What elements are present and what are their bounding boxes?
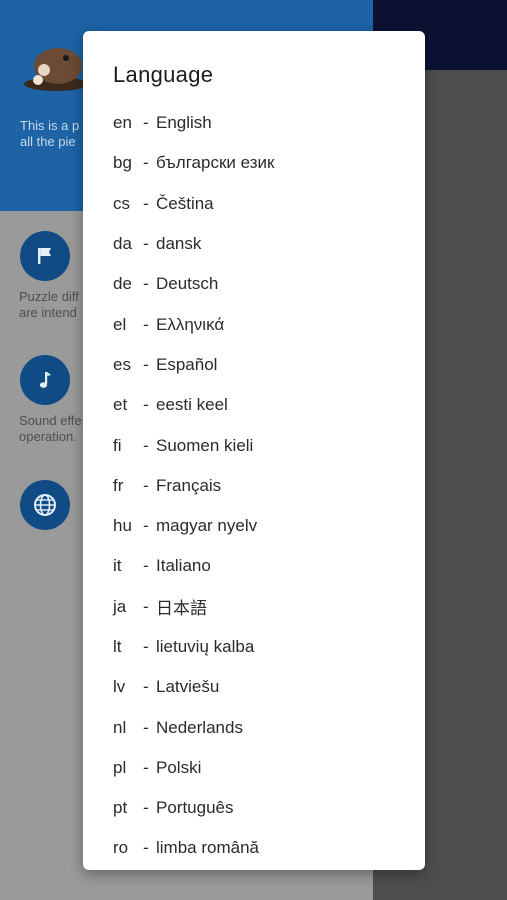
language-separator: - bbox=[143, 314, 149, 334]
language-option-nl[interactable]: nl - Nederlands bbox=[83, 707, 425, 747]
language-separator: - bbox=[143, 677, 149, 697]
language-separator: - bbox=[143, 193, 149, 213]
flag-button bbox=[20, 231, 70, 281]
music-note-icon bbox=[39, 372, 51, 388]
language-code: de bbox=[113, 274, 132, 294]
language-name: Português bbox=[156, 798, 234, 818]
language-option-es[interactable]: es - Español bbox=[83, 345, 425, 385]
language-separator: - bbox=[143, 757, 149, 777]
language-code: lv bbox=[113, 677, 126, 697]
language-option-fi[interactable]: fi - Suomen kieli bbox=[83, 425, 425, 465]
language-option-bg[interactable]: bg - български език bbox=[83, 143, 425, 183]
language-code: it bbox=[113, 556, 122, 576]
language-code: es bbox=[113, 354, 131, 374]
globe-icon bbox=[34, 494, 56, 516]
language-option-pt[interactable]: pt - Português bbox=[83, 788, 425, 828]
background-item-text-sound: Sound effe operation. bbox=[19, 413, 81, 444]
language-option-pl[interactable]: pl - Polski bbox=[83, 748, 425, 788]
language-name: eesti keel bbox=[156, 395, 228, 415]
language-separator: - bbox=[143, 596, 149, 616]
language-code: et bbox=[113, 395, 128, 415]
language-option-lv[interactable]: lv - Latviešu bbox=[83, 667, 425, 707]
language-option-ro[interactable]: ro - limba română bbox=[83, 828, 425, 868]
language-code: ro bbox=[113, 838, 129, 858]
language-name: 日本語 bbox=[156, 599, 207, 619]
language-separator: - bbox=[143, 113, 149, 133]
language-name: Polski bbox=[156, 757, 202, 777]
language-dialog: Language en - English bg - български език cs - Č… bbox=[83, 31, 425, 870]
language-separator: - bbox=[143, 556, 149, 576]
language-name: Latviešu bbox=[156, 677, 220, 697]
language-name: Italiano bbox=[156, 556, 211, 576]
language-option-hu[interactable]: hu - magyar nyelv bbox=[83, 506, 425, 546]
language-separator: - bbox=[143, 475, 149, 495]
language-list: en - English bg - български език cs - Čeština da -… bbox=[83, 103, 425, 869]
language-name: magyar nyelv bbox=[156, 516, 258, 536]
language-separator: - bbox=[143, 516, 149, 536]
language-name: Français bbox=[156, 475, 222, 495]
language-option-et[interactable]: et - eesti keel bbox=[83, 385, 425, 425]
language-name: dansk bbox=[156, 234, 202, 254]
language-code: nl bbox=[113, 717, 127, 737]
language-option-da[interactable]: da - dansk bbox=[83, 224, 425, 264]
language-code: en bbox=[113, 113, 132, 133]
language-separator: - bbox=[143, 153, 149, 173]
language-option-it[interactable]: it - Italiano bbox=[83, 546, 425, 586]
language-separator: - bbox=[143, 637, 149, 656]
language-option-de[interactable]: de - Deutsch bbox=[83, 264, 425, 304]
language-name: Suomen kieli bbox=[156, 435, 254, 455]
language-separator: - bbox=[143, 435, 149, 455]
language-separator: - bbox=[143, 354, 149, 374]
language-code: fi bbox=[113, 435, 122, 455]
language-name: lietuvių kalba bbox=[156, 637, 255, 656]
language-separator: - bbox=[143, 798, 149, 818]
sound-button bbox=[20, 355, 70, 405]
mole-mascot-icon bbox=[24, 48, 88, 91]
app-screen: This is a p all the pie Puzzle diff are … bbox=[0, 0, 507, 900]
language-name: Ελληνικά bbox=[156, 314, 225, 334]
language-separator: - bbox=[143, 838, 149, 858]
language-option-el[interactable]: el - Ελληνικά bbox=[83, 304, 425, 344]
language-code: cs bbox=[113, 193, 130, 213]
dialog-title: Language bbox=[113, 62, 214, 87]
language-code: pl bbox=[113, 757, 127, 777]
language-code: ja bbox=[113, 596, 127, 616]
language-name: български език bbox=[156, 153, 275, 173]
language-name: Deutsch bbox=[156, 274, 219, 294]
language-code: hu bbox=[113, 516, 132, 536]
language-code: lt bbox=[113, 637, 122, 656]
language-option-lt[interactable]: lt - lietuvių kalba bbox=[83, 627, 425, 667]
language-option-en[interactable]: en - English bbox=[83, 103, 425, 143]
background-item-text-difficulty: Puzzle diff are intend bbox=[19, 289, 79, 320]
language-code: da bbox=[113, 234, 132, 254]
language-option-fr[interactable]: fr - Français bbox=[83, 466, 425, 506]
language-option-ja[interactable]: ja - 日本語 bbox=[83, 587, 425, 627]
language-name: Español bbox=[156, 354, 218, 374]
language-name: English bbox=[156, 113, 212, 133]
background-header-text: This is a p all the pie bbox=[20, 118, 80, 149]
language-button bbox=[20, 480, 70, 530]
language-separator: - bbox=[143, 395, 149, 415]
flag-icon bbox=[38, 248, 51, 264]
language-separator: - bbox=[143, 274, 149, 294]
language-separator: - bbox=[143, 717, 149, 737]
language-option-cs[interactable]: cs - Čeština bbox=[83, 184, 425, 224]
language-code: bg bbox=[113, 153, 132, 173]
language-code: el bbox=[113, 314, 127, 334]
language-separator: - bbox=[143, 234, 149, 254]
language-code: pt bbox=[113, 798, 128, 818]
language-name: limba română bbox=[156, 838, 259, 858]
language-code: fr bbox=[113, 475, 124, 495]
language-name: Čeština bbox=[156, 193, 214, 213]
language-name: Nederlands bbox=[156, 717, 243, 737]
